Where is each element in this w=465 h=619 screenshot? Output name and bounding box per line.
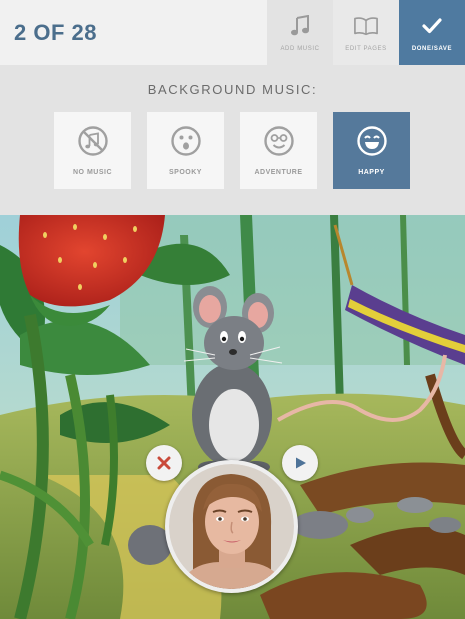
edit-pages-button[interactable]: EDIT PAGES	[333, 0, 399, 65]
music-option-happy[interactable]: HAPPY	[333, 112, 410, 189]
no-music-icon	[77, 126, 108, 156]
background-music-panel: BACKGROUND MUSIC: NO MUSIC SPOOKY ADVENT…	[0, 65, 465, 215]
adventure-face-icon	[263, 126, 294, 156]
happy-face-icon	[356, 126, 387, 156]
add-music-label: ADD MUSIC	[280, 45, 320, 52]
narrator-face-image	[169, 464, 294, 589]
narrator-video-preview[interactable]	[165, 460, 298, 593]
page-counter: 2 OF 28	[14, 20, 97, 45]
book-icon	[354, 14, 378, 38]
music-option-label: SPOOKY	[169, 169, 202, 176]
edit-pages-label: EDIT PAGES	[345, 45, 387, 52]
play-icon	[296, 457, 306, 469]
music-note-icon	[288, 14, 312, 38]
spooky-face-icon	[170, 126, 201, 156]
music-option-label: NO MUSIC	[73, 169, 112, 176]
cancel-recording-button[interactable]	[146, 445, 182, 481]
music-option-adventure[interactable]: ADVENTURE	[240, 112, 317, 189]
background-music-title: BACKGROUND MUSIC:	[147, 82, 318, 97]
done-save-button[interactable]: DONE/SAVE	[399, 0, 465, 65]
close-icon	[157, 456, 171, 470]
music-option-spooky[interactable]: SPOOKY	[147, 112, 224, 189]
music-option-no-music[interactable]: NO MUSIC	[54, 112, 131, 189]
done-save-label: DONE/SAVE	[411, 45, 453, 52]
play-recording-button[interactable]	[282, 445, 318, 481]
top-bar: 2 OF 28 ADD MUSIC EDIT PAGES DONE/SAVE	[0, 0, 465, 65]
add-music-button[interactable]: ADD MUSIC	[267, 0, 333, 65]
checkmark-icon	[420, 14, 444, 38]
music-option-label: ADVENTURE	[254, 169, 303, 176]
music-option-label: HAPPY	[358, 169, 385, 176]
